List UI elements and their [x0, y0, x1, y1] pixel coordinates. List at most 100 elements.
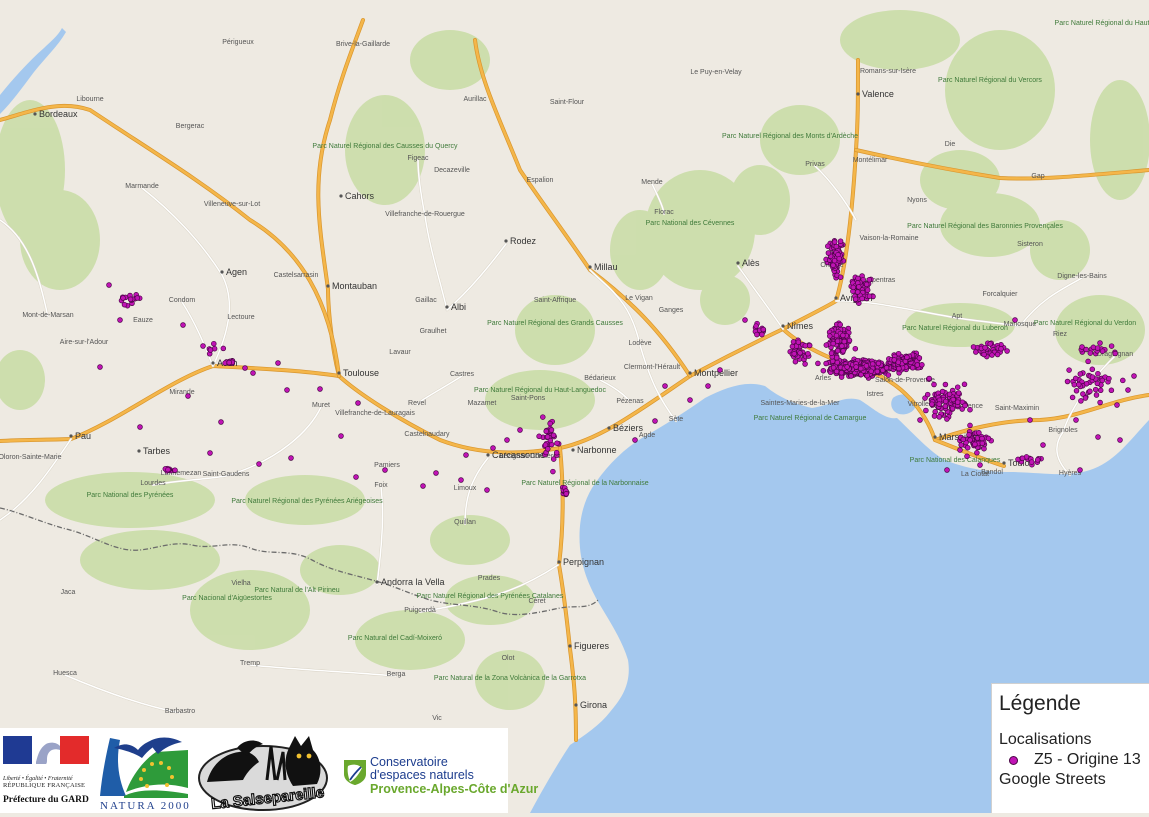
place-label: Saint-Affrique — [534, 297, 576, 304]
city-marker — [33, 112, 37, 116]
park-label: Parc Natural de la Zona Volcànica de la … — [434, 675, 586, 682]
localisation-point — [998, 346, 1004, 352]
localisation-point — [226, 359, 232, 366]
city-label: Narbonne — [577, 445, 617, 455]
place-label: Forcalquier — [982, 291, 1018, 298]
place-label: Quillan — [454, 519, 476, 526]
prefecture-name: Préfecture du GARD — [3, 795, 89, 805]
localisation-point — [1064, 378, 1071, 385]
localisation-point — [1108, 387, 1115, 394]
park-label: Parc Naturel Régional du Luberon — [902, 325, 1008, 332]
localisation-point — [1089, 366, 1096, 373]
map-canvas[interactable]: Libourne Bergerac Périgueux Brive-la-Gailla… — [0, 0, 1149, 813]
localisation-point — [256, 461, 262, 467]
localisation-point — [120, 295, 126, 301]
place-label: Castelsarrasin — [274, 272, 319, 279]
city-label: Carcassonne — [492, 450, 545, 460]
localisation-point — [1082, 395, 1089, 401]
place-label: Pamiers — [374, 462, 400, 469]
city-label: Montpellier — [694, 368, 738, 378]
place-label: Graulhet — [420, 328, 447, 335]
localisation-point — [875, 360, 882, 367]
localisation-point — [117, 317, 123, 323]
place-label: Marmande — [125, 183, 159, 190]
localisation-point — [942, 403, 949, 410]
forest-area — [730, 165, 790, 235]
localisation-point — [795, 339, 802, 345]
localisation-point — [1099, 348, 1106, 354]
localisation-point — [802, 361, 808, 367]
localisation-point — [97, 364, 103, 370]
localisation-point — [1087, 350, 1094, 356]
localisation-point — [840, 348, 846, 354]
place-label: Tremp — [240, 660, 260, 667]
city-marker — [568, 644, 572, 648]
localisation-point — [284, 387, 290, 393]
localisation-point — [382, 467, 388, 473]
localisation-point — [1073, 388, 1080, 394]
city-label: Albi — [451, 302, 466, 312]
place-label: Privas — [805, 161, 825, 168]
localisation-point — [837, 274, 844, 280]
localisation-point — [827, 333, 833, 339]
localisation-point — [490, 445, 496, 451]
localisation-point — [355, 400, 361, 406]
city-marker — [557, 560, 561, 564]
place-label: Lodève — [629, 340, 652, 347]
cen-paca-logo: Conservatoire d'espaces naturels Provence… — [340, 754, 538, 812]
natura-2000-logo: NATURA 2000 — [96, 730, 192, 812]
city-label: Pau — [75, 431, 91, 441]
city-label: Girona — [580, 700, 607, 710]
place-label: Florac — [654, 209, 674, 216]
localisation-point — [967, 437, 973, 443]
localisation-point — [852, 296, 859, 302]
localisation-point — [837, 321, 843, 328]
localisation-point — [833, 354, 840, 361]
localisation-point — [885, 372, 892, 378]
localisation-point — [1112, 350, 1118, 357]
city-label: Béziers — [613, 423, 644, 433]
localisation-point — [942, 398, 949, 405]
place-label: Saint-Maximin — [995, 405, 1039, 412]
place-label: Die — [945, 141, 956, 148]
city-marker — [339, 194, 343, 198]
localisation-point — [820, 367, 827, 374]
localisation-point — [942, 381, 949, 388]
place-label: Saint-Pons — [511, 395, 546, 402]
localisation-point — [916, 355, 923, 361]
place-label: Bergerac — [176, 123, 205, 130]
place-label: Decazeville — [434, 167, 470, 174]
place-label: Prades — [478, 575, 501, 582]
localisation-point — [1094, 380, 1101, 387]
city-marker — [574, 703, 578, 707]
localisation-point — [1077, 371, 1084, 377]
localisation-point — [966, 432, 972, 438]
place-label: Bédarieux — [584, 375, 616, 382]
place-label: Sisteron — [1017, 241, 1043, 248]
city-marker — [211, 361, 215, 365]
localisation-point — [433, 470, 439, 476]
localisation-point — [919, 362, 925, 368]
localisation-point — [1131, 373, 1137, 379]
city-label: Agen — [226, 267, 247, 277]
localisation-point — [989, 352, 995, 358]
localisation-point — [1108, 343, 1115, 349]
localisation-point — [837, 238, 844, 244]
localisation-point — [967, 406, 973, 413]
place-label: Lourdes — [140, 480, 166, 487]
localisation-point — [200, 343, 206, 349]
localisation-point — [754, 331, 760, 338]
localisation-point — [165, 466, 171, 473]
localisation-point — [106, 282, 112, 288]
localisation-point — [994, 351, 1001, 358]
localisation-point — [242, 365, 248, 371]
city-marker — [781, 324, 785, 328]
place-label: Istres — [866, 391, 884, 398]
legend-layer-name: Localisations — [999, 731, 1092, 748]
city-marker — [571, 448, 575, 452]
city-marker — [69, 434, 73, 438]
localisation-point — [544, 434, 551, 440]
place-label: Villeneuve-sur-Lot — [204, 201, 260, 208]
localisation-point — [1097, 387, 1104, 394]
park-label: Parc Naturel Régional des Causses du Que… — [312, 143, 458, 150]
